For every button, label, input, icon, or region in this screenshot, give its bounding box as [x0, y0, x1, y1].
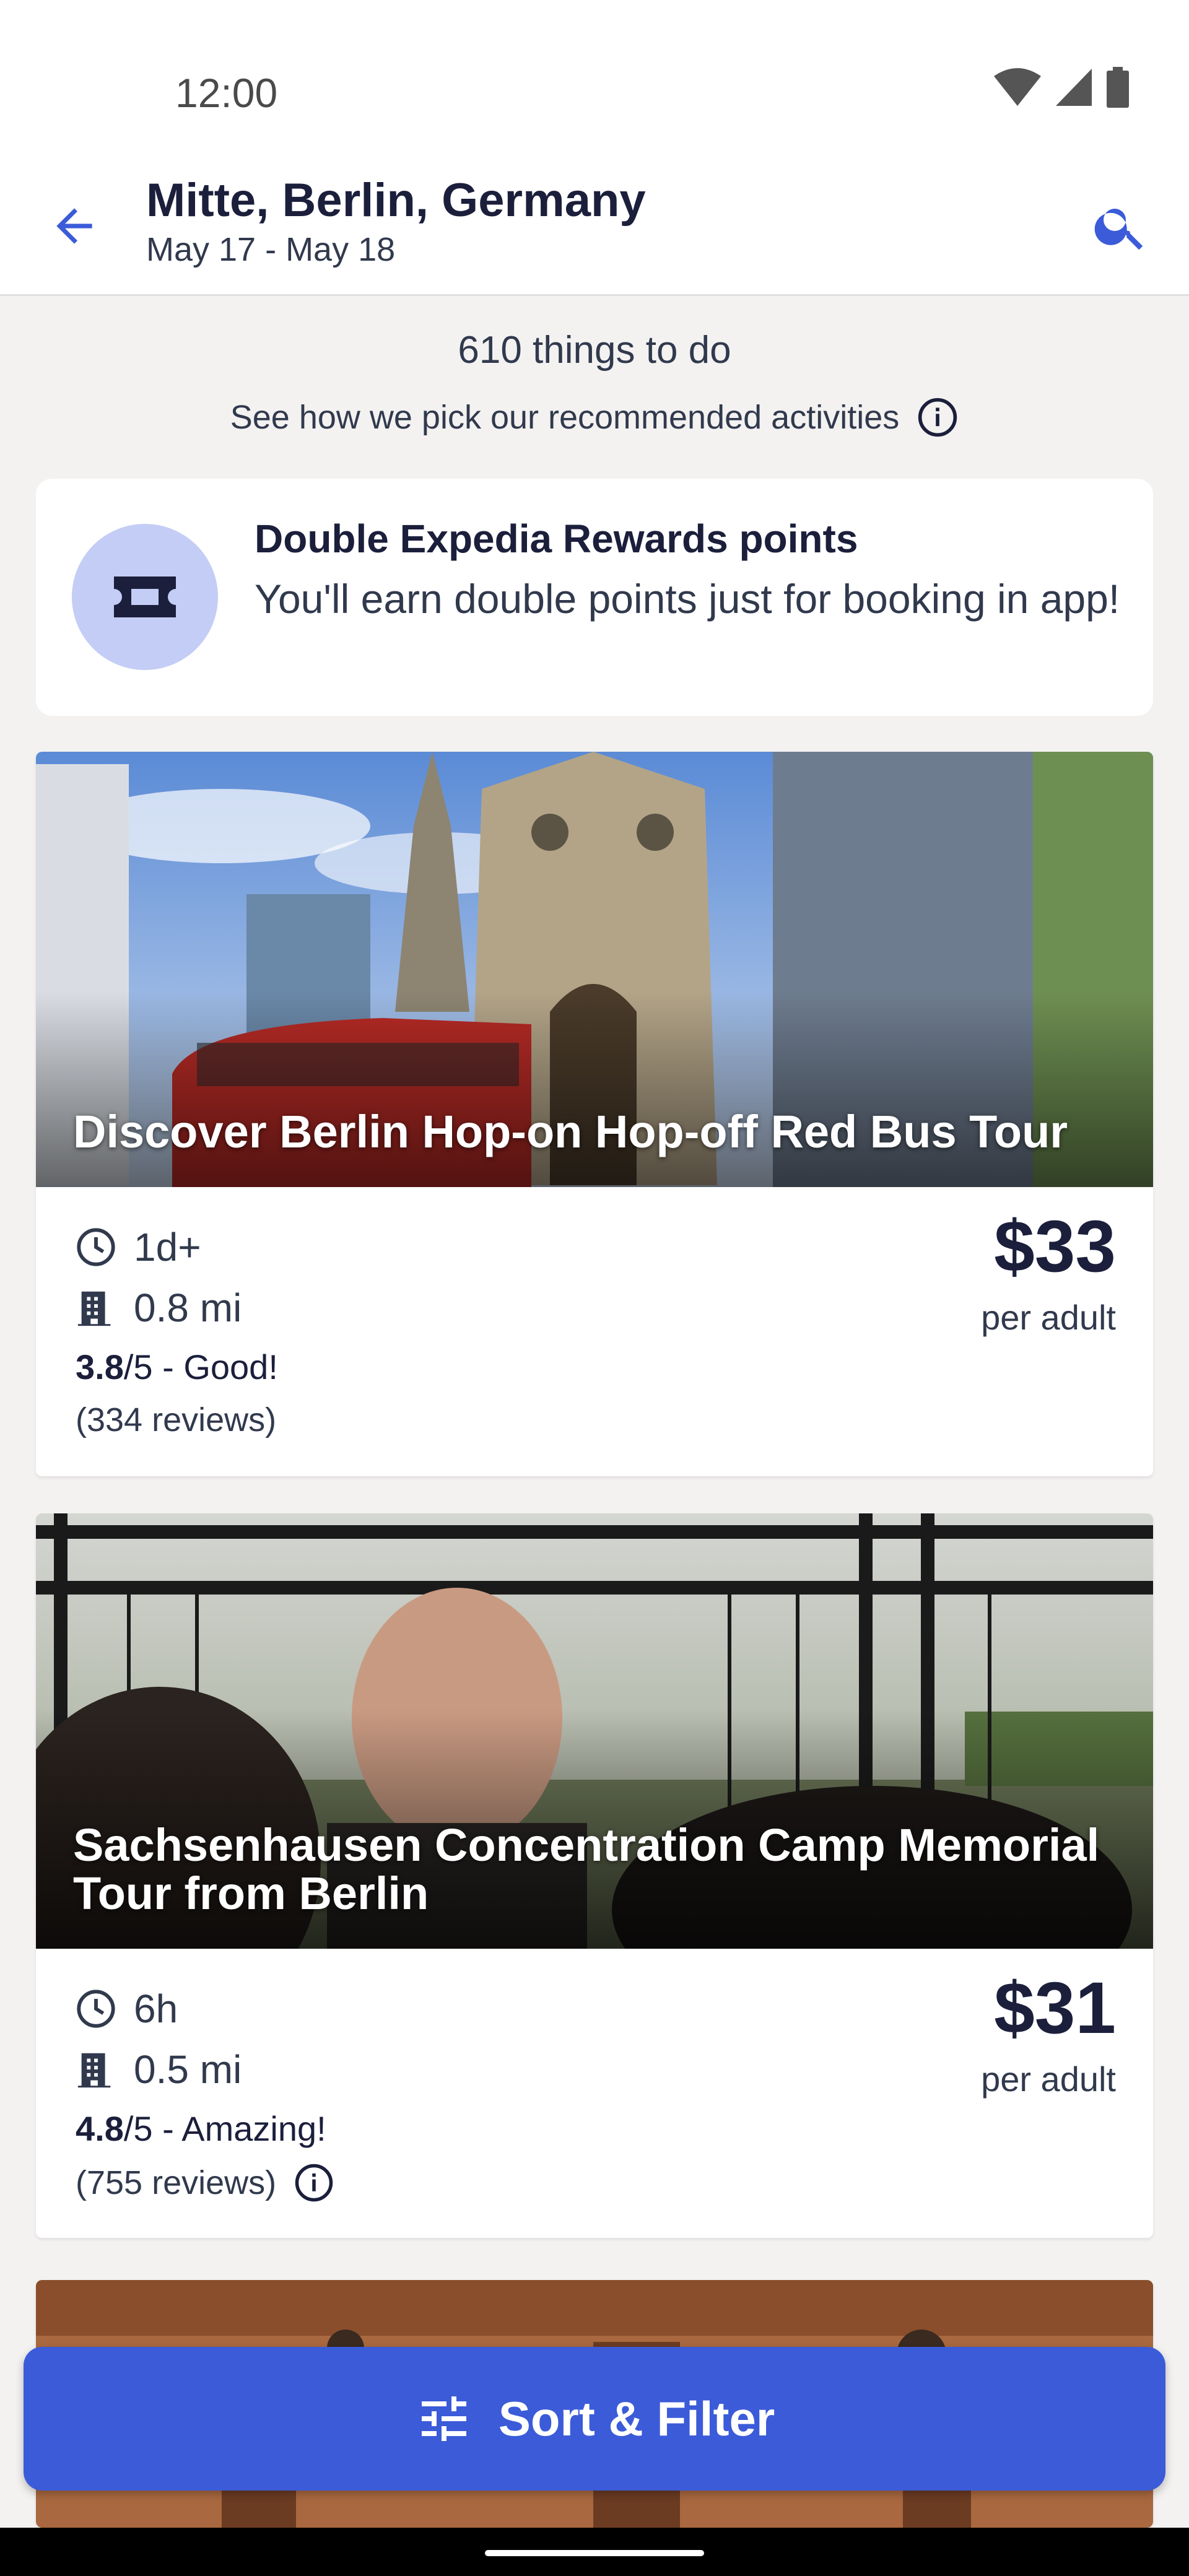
info-icon[interactable] — [294, 2162, 334, 2203]
arrow-left-icon — [56, 208, 92, 244]
rating-label: /5 - Amazing! — [123, 2109, 326, 2148]
activity-price: $33 — [994, 1206, 1116, 1287]
search-button[interactable] — [1084, 189, 1158, 263]
price-unit: per adult — [981, 2060, 1116, 2099]
signal-icon — [1056, 69, 1092, 106]
activity-distance: 0.8 mi — [134, 1286, 242, 1330]
rewards-text: You'll earn double points just for booki… — [255, 576, 1120, 622]
activity-card[interactable]: Discover Berlin Hop-on Hop-off Red Bus T… — [36, 752, 1153, 1476]
rewards-title: Double Expedia Rewards points — [255, 516, 858, 561]
activity-price: $31 — [994, 1967, 1116, 2049]
clock-icon — [77, 1228, 115, 1266]
rewards-banner: Double Expedia Rewards points You'll ear… — [36, 479, 1153, 716]
distance-row: 0.8 mi — [74, 1285, 242, 1331]
activity-details: 1d+ 0.8 mi 3.8/5 - Good! (334 reviews) $… — [36, 1187, 1153, 1476]
sort-filter-label: Sort & Filter — [498, 2391, 775, 2446]
price-unit: per adult — [981, 1298, 1116, 1337]
review-count-text: (755 reviews) — [76, 2164, 277, 2201]
page-title: Mitte, Berlin, Germany — [146, 174, 646, 227]
search-icon — [1094, 209, 1143, 250]
rating-score: 4.8 — [76, 2109, 124, 2148]
activity-distance: 0.5 mi — [134, 2047, 242, 2092]
distance-row: 0.5 mi — [74, 2047, 242, 2092]
review-count-text: (334 reviews) — [76, 1401, 277, 1438]
activity-duration: 6h — [134, 1986, 178, 2031]
results-count: 610 things to do — [458, 329, 731, 372]
ticket-icon — [114, 577, 176, 617]
app-bar: Mitte, Berlin, Germany May 17 - May 18 — [0, 161, 1189, 296]
rating-score: 3.8 — [76, 1347, 124, 1386]
activity-rating: 4.8/5 - Amazing! — [76, 2108, 326, 2149]
status-icons — [993, 67, 1130, 108]
sort-filter-button[interactable]: Sort & Filter — [24, 2347, 1165, 2491]
recommendation-text: See how we pick our recommended activiti… — [230, 399, 900, 436]
info-icon[interactable] — [917, 396, 959, 438]
battery-icon — [1107, 67, 1129, 108]
review-count: (334 reviews) — [76, 1401, 276, 1439]
activity-details: 6h 0.5 mi 4.8/5 - Amazing! (755 reviews)… — [36, 1949, 1153, 2238]
activity-card[interactable]: Sachsenhausen Concentration Camp Memoria… — [36, 1513, 1153, 2238]
rating-label: /5 - Good! — [123, 1347, 278, 1386]
back-button[interactable] — [37, 189, 111, 263]
rewards-icon-circle — [72, 524, 218, 670]
sliders-icon — [421, 2396, 466, 2441]
activity-image: Sachsenhausen Concentration Camp Memoria… — [36, 1513, 1153, 1949]
home-indicator[interactable] — [485, 2550, 704, 2556]
building-icon — [77, 2053, 111, 2088]
recommendation-info[interactable]: See how we pick our recommended activiti… — [0, 396, 1189, 438]
status-time: 12:00 — [175, 70, 278, 116]
status-bar: 12:00 — [0, 0, 1189, 161]
activity-image: Discover Berlin Hop-on Hop-off Red Bus T… — [36, 752, 1153, 1187]
activity-title: Discover Berlin Hop-on Hop-off Red Bus T… — [73, 1106, 1068, 1157]
duration-row: 1d+ — [74, 1224, 201, 1270]
duration-row: 6h — [74, 1986, 178, 2032]
activity-duration: 1d+ — [134, 1225, 201, 1269]
review-count: (755 reviews) — [76, 2162, 334, 2203]
activity-title: Sachsenhausen Concentration Camp Memoria… — [73, 1819, 1100, 1919]
building-icon — [77, 1291, 111, 1326]
clock-icon — [77, 1990, 115, 2028]
date-range: May 17 - May 18 — [146, 231, 396, 268]
wifi-icon — [994, 68, 1041, 106]
activity-rating: 3.8/5 - Good! — [76, 1347, 278, 1387]
